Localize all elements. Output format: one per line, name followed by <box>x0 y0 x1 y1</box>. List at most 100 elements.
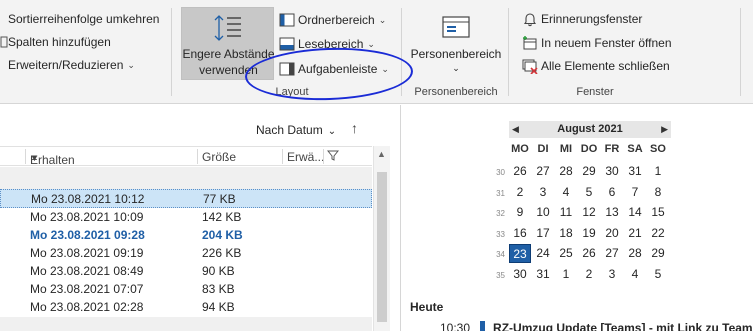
calendar-day[interactable]: 24 <box>532 244 554 263</box>
calendar-day[interactable]: 31 <box>532 265 554 284</box>
calendar-day[interactable]: 5 <box>578 183 600 202</box>
calendar-day[interactable]: 5 <box>647 265 669 284</box>
group-header-row[interactable] <box>0 317 372 331</box>
calendar-day[interactable]: 2 <box>578 265 600 284</box>
calendar-day[interactable]: 3 <box>532 183 554 202</box>
appointment-item[interactable]: 10:30 RZ-Umzug Update [Teams] - mit Link … <box>440 321 753 331</box>
table-row[interactable]: Mo 23.08.2021 02:28 94 KB <box>0 298 372 317</box>
table-row[interactable]: Mo 23.08.2021 09:28 204 KB <box>0 226 372 245</box>
today-label: Heute <box>410 300 444 314</box>
compact-spacing-button[interactable]: Engere Abstände verwenden <box>181 7 275 80</box>
calendar-day[interactable]: 23 <box>509 244 531 264</box>
calendar-day[interactable]: 1 <box>647 162 669 181</box>
calendar-day[interactable]: 21 <box>624 224 646 243</box>
row-size: 83 KB <box>202 282 235 296</box>
calendar-day[interactable]: 7 <box>624 183 646 202</box>
scrollbar-thumb[interactable] <box>377 172 387 322</box>
calendar-day[interactable]: 26 <box>509 162 531 181</box>
calendar-header: ◀ August 2021 ▶ <box>509 121 671 138</box>
reading-pane-button[interactable]: Lesebereich ⌄ <box>279 34 375 54</box>
folder-pane-button[interactable]: Ordnerbereich ⌄ <box>279 10 386 30</box>
group-header-row[interactable] <box>0 167 372 189</box>
calendar-day[interactable]: 29 <box>578 162 600 181</box>
reminders-window-button[interactable]: Erinnerungsfenster <box>522 9 642 29</box>
calendar-day[interactable]: 3 <box>601 265 623 284</box>
sort-direction-arrow-icon[interactable]: ↑ <box>351 120 358 136</box>
pane-divider[interactable] <box>400 105 401 331</box>
expand-collapse-label: Erweitern/Reduzieren <box>8 58 124 72</box>
column-header-size[interactable]: Größe <box>202 150 236 164</box>
row-date: Mo 23.08.2021 09:19 <box>30 246 144 260</box>
calendar-day[interactable]: 13 <box>601 203 623 222</box>
calendar-day[interactable]: 27 <box>532 162 554 181</box>
calendar-day[interactable]: 25 <box>555 244 577 263</box>
previous-month-icon[interactable]: ◀ <box>512 121 519 138</box>
sort-by-date-dropdown[interactable]: Nach Datum ⌄ <box>256 123 336 137</box>
mail-list-pane: Nach Datum ⌄ ↑ Erhalten ▼ Größe Erwä... M… <box>0 105 390 331</box>
week-number: 33 <box>496 229 505 239</box>
table-row[interactable]: Mo 23.08.2021 07:07 83 KB <box>0 280 372 299</box>
calendar-day[interactable]: 17 <box>532 224 554 243</box>
column-header-row: Erhalten ▼ Größe Erwä... <box>0 146 372 167</box>
calendar-day[interactable]: 4 <box>555 183 577 202</box>
chevron-down-icon: ⌄ <box>452 63 460 73</box>
table-row[interactable]: Mo 23.08.2021 08:49 90 KB <box>0 262 372 281</box>
calendar-day[interactable]: 26 <box>578 244 600 263</box>
next-month-icon[interactable]: ▶ <box>661 121 668 138</box>
weekday-header: FR <box>604 143 620 155</box>
calendar-day[interactable]: 8 <box>647 183 669 202</box>
calendar-day[interactable]: 28 <box>624 244 646 263</box>
add-columns-button[interactable]: Spalten hinzufügen <box>0 32 111 52</box>
calendar-day[interactable]: 30 <box>601 162 623 181</box>
calendar-day[interactable]: 27 <box>601 244 623 263</box>
calendar-day[interactable]: 29 <box>647 244 669 263</box>
chevron-down-icon: ⌄ <box>127 59 135 70</box>
calendar-day[interactable]: 14 <box>624 203 646 222</box>
column-header-mentioned[interactable]: Erwä... <box>287 150 324 164</box>
filter-icon[interactable] <box>326 149 340 164</box>
chevron-down-icon: ⌄ <box>381 63 389 74</box>
todo-bar-icon <box>279 62 295 76</box>
calendar-day[interactable]: 20 <box>601 224 623 243</box>
week-number: 30 <box>496 168 505 177</box>
calendar-day[interactable]: 6 <box>601 183 623 202</box>
close-all-label: Alle Elemente schließen <box>541 59 670 73</box>
calendar-day[interactable]: 30 <box>509 265 531 284</box>
table-row[interactable]: Mo 23.08.2021 10:09 142 KB <box>0 208 372 227</box>
close-all-button[interactable]: Alle Elemente schließen <box>522 56 670 76</box>
reading-pane-icon <box>279 37 295 51</box>
open-new-window-button[interactable]: In neuem Fenster öffnen <box>522 33 672 53</box>
calendar-day[interactable]: 2 <box>509 183 531 202</box>
week-number: 32 <box>496 209 505 219</box>
reverse-sort-button[interactable]: Sortierreihenfolge umkehren <box>0 9 159 29</box>
row-date: Mo 23.08.2021 07:07 <box>30 282 144 296</box>
chevron-down-icon: ⌄ <box>367 38 375 49</box>
expand-collapse-button[interactable]: Erweitern/Reduzieren ⌄ <box>0 55 135 75</box>
scroll-up-icon[interactable]: ▲ <box>377 149 386 159</box>
table-row[interactable]: Mo 23.08.2021 10:12 77 KB <box>0 189 372 208</box>
calendar-day[interactable]: 4 <box>624 265 646 284</box>
calendar-day[interactable]: 28 <box>555 162 577 181</box>
calendar-day[interactable]: 18 <box>555 224 577 243</box>
calendar-day[interactable]: 15 <box>647 203 669 222</box>
layout-group-label: Layout <box>275 86 309 98</box>
add-columns-label: Spalten hinzufügen <box>8 35 111 49</box>
new-window-icon <box>523 36 537 50</box>
calendar-day[interactable]: 9 <box>509 203 531 222</box>
calendar-day[interactable]: 11 <box>555 203 577 222</box>
calendar-day[interactable]: 19 <box>578 224 600 243</box>
calendar-day[interactable]: 22 <box>647 224 669 243</box>
people-pane-button[interactable]: Personenbereich ⌄ <box>408 14 504 78</box>
todo-bar-button[interactable]: Aufgabenleiste ⌄ <box>279 59 389 79</box>
week-number: 35 <box>496 271 505 280</box>
calendar-day[interactable]: 12 <box>578 203 600 222</box>
calendar-day[interactable]: 16 <box>509 224 531 243</box>
row-size: 204 KB <box>202 228 243 242</box>
calendar-day[interactable]: 10 <box>532 203 554 222</box>
vertical-scrollbar[interactable]: ▲ <box>373 146 390 331</box>
calendar-day[interactable]: 31 <box>624 162 646 181</box>
calendar-day[interactable]: 1 <box>555 265 577 284</box>
table-row[interactable]: Mo 23.08.2021 09:19 226 KB <box>0 244 372 263</box>
close-all-icon <box>522 59 538 74</box>
weekday-header: DO <box>580 143 598 155</box>
